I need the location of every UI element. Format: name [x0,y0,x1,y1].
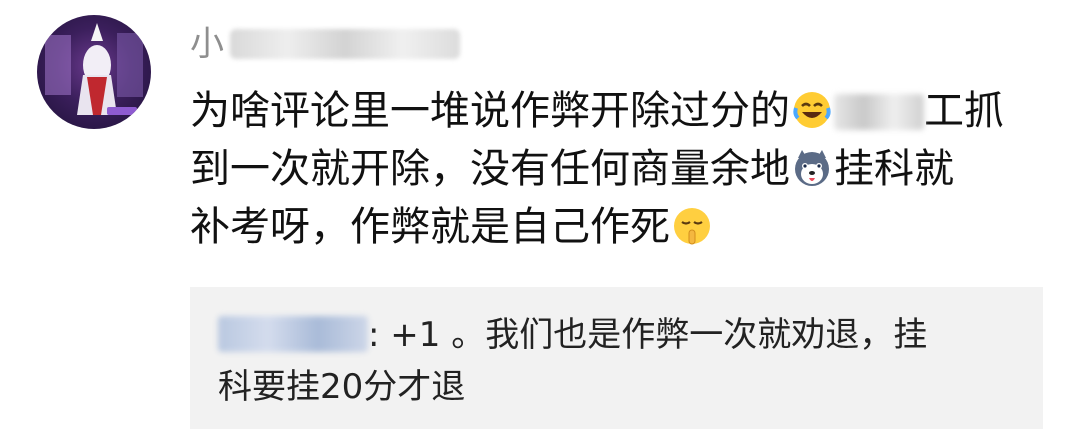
comment-text: 到一次就开除，没有任何商量余地 [190,146,790,192]
avatar[interactable] [37,15,151,129]
comment-line-1: 为啥评论里一堆说作弊开除过分的 工抓 [190,82,1050,140]
comment-body: 为啥评论里一堆说作弊开除过分的 工抓 到一次就开除，没有任何商量余地 挂科就 补… [190,82,1050,256]
comment-line-2: 到一次就开除，没有任何商量余地 挂科就 [190,140,1050,198]
husky-dog-emoji-icon [795,150,829,186]
shush-face-emoji-icon [674,208,710,245]
reply-box[interactable]: : +1 。我们也是作弊一次就劝退，挂 科要挂20分才退 [190,287,1043,429]
username[interactable]: 小 [190,22,460,66]
reply-content-line-1: +1 。我们也是作弊一次就劝退，挂 [390,315,928,355]
reply-text: : +1 。我们也是作弊一次就劝退，挂 科要挂20分才退 [218,309,1018,413]
laughing-crying-emoji-icon [793,92,831,128]
redacted-text [834,94,924,130]
comment-line-3: 补考呀，作弊就是自己作死 [190,198,1050,256]
comment-text: 补考呀，作弊就是自己作死 [190,204,670,250]
reply-content-line-2: 科要挂20分才退 [218,367,466,407]
comment-text: 挂科就 [834,146,954,192]
username-blur [230,29,460,59]
reply-author-link[interactable] [218,316,368,352]
username-prefix: 小 [190,24,224,64]
avatar-character-icon [45,23,143,115]
comment-text: 工抓 [924,88,1004,134]
reply-separator: : [368,315,391,355]
comment-text: 为啥评论里一堆说作弊开除过分的 [190,88,790,134]
